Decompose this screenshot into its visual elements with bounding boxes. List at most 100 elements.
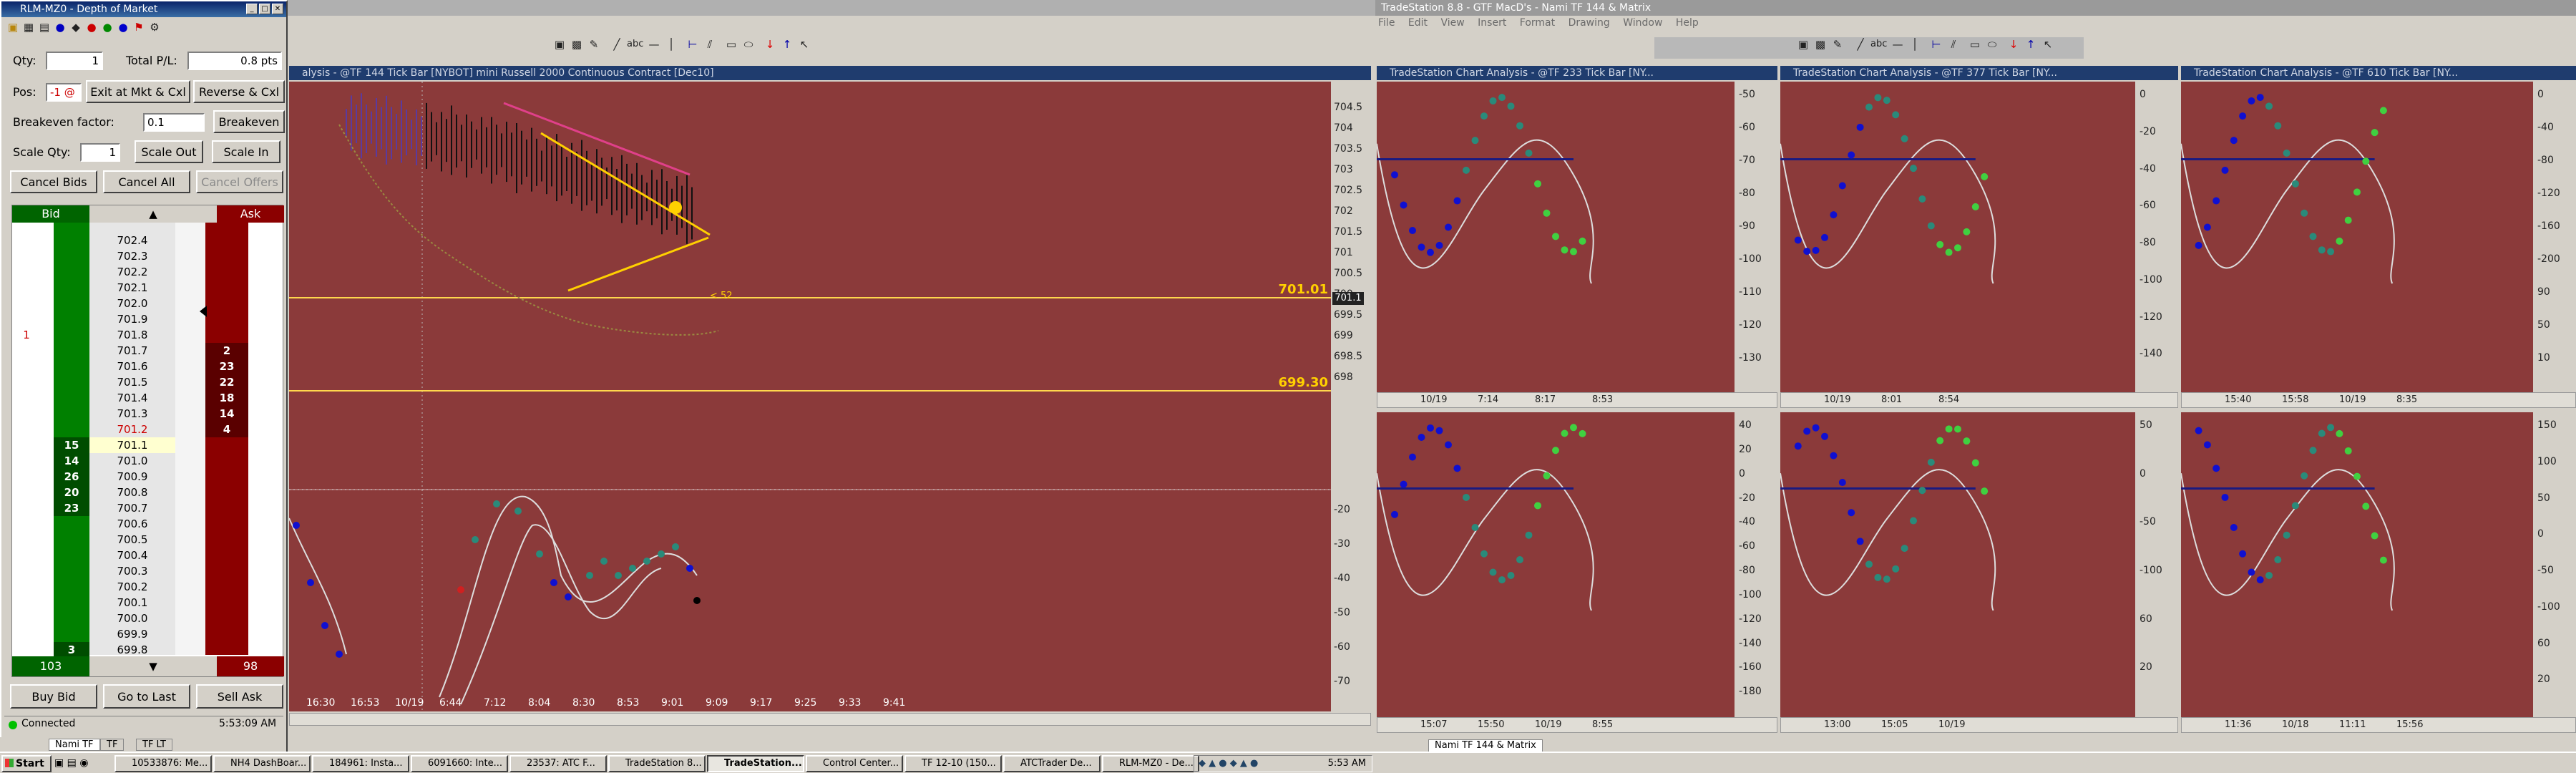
mini-chart[interactable]: [1377, 412, 1735, 717]
pointer2-icon[interactable]: ↖: [2041, 37, 2055, 52]
dom-row[interactable]: 20 700.8: [12, 485, 284, 500]
taskbar-item[interactable]: TF 12-10 (150...: [904, 755, 1002, 772]
shape-icon[interactable]: ◆: [69, 20, 83, 34]
flag-icon[interactable]: ⚑: [132, 20, 146, 34]
dom-row[interactable]: 701.4 18: [12, 390, 284, 406]
dom-row[interactable]: 702.4: [12, 233, 284, 248]
dom-row[interactable]: 702.3: [12, 248, 284, 264]
dom-row[interactable]: 700.1: [12, 595, 284, 611]
taskbar-item[interactable]: 184961: Insta...: [312, 755, 409, 772]
line-icon[interactable]: ╱: [610, 37, 624, 52]
circle-icon[interactable]: ●: [53, 20, 67, 34]
text2-icon[interactable]: abc: [1870, 37, 1887, 52]
arrow-down-icon[interactable]: ↓: [763, 37, 777, 52]
dom-row[interactable]: 701.3 14: [12, 406, 284, 422]
dom-row[interactable]: 701.2 4: [12, 422, 284, 437]
menu-help[interactable]: Help: [1676, 17, 1699, 29]
menu-insert[interactable]: Insert: [1478, 17, 1506, 29]
cursor-icon[interactable]: ▣: [552, 37, 567, 52]
ellipse-icon[interactable]: ⬭: [741, 37, 756, 52]
qty-input[interactable]: 1: [46, 52, 103, 70]
hline-icon[interactable]: —: [647, 37, 661, 52]
settings-icon[interactable]: ⚙: [147, 20, 162, 34]
line2-icon[interactable]: ╱: [1853, 37, 1868, 52]
tab-nami-tf[interactable]: Nami TF: [49, 739, 100, 751]
mini-chart-titlebar[interactable]: TradeStation Chart Analysis - @TF 610 Ti…: [2181, 66, 2576, 80]
sell-ask-button[interactable]: Sell Ask: [196, 684, 283, 709]
go-to-last-button[interactable]: Go to Last: [103, 684, 190, 709]
taskbar-item[interactable]: TradeStation 8...: [608, 755, 706, 772]
color2-icon[interactable]: ●: [100, 20, 114, 34]
close-icon[interactable]: ✕: [272, 4, 283, 14]
dom-row[interactable]: 702.1: [12, 280, 284, 296]
mini-chart[interactable]: [1780, 82, 2135, 392]
minimize-icon[interactable]: _: [246, 4, 258, 14]
taskbar-item[interactable]: TradeStation...: [707, 755, 804, 772]
main-chart-titlebar[interactable]: alysis - @TF 144 Tick Bar [NYBOT] mini R…: [289, 66, 1371, 80]
scale-qty-input[interactable]: 1: [80, 143, 120, 162]
buy-bid-button[interactable]: Buy Bid: [10, 684, 97, 709]
right-tab[interactable]: Nami TF 144 & Matrix: [1428, 739, 1543, 752]
dom-row[interactable]: 3 699.8: [12, 642, 284, 658]
color-icon[interactable]: ●: [84, 20, 99, 34]
cancel-bids-button[interactable]: Cancel Bids: [10, 170, 97, 193]
mini-chart[interactable]: [2181, 412, 2533, 717]
dom-row[interactable]: 115701.1: [12, 437, 284, 453]
taskbar-item[interactable]: RLM-MZ0 - De...: [1102, 755, 1199, 772]
dom-row[interactable]: 1 701.8: [12, 327, 284, 343]
taskbar-item[interactable]: 6091660: Inte...: [411, 755, 508, 772]
color3-icon[interactable]: ●: [116, 20, 130, 34]
mini-chart[interactable]: [2181, 82, 2533, 392]
menu-edit[interactable]: Edit: [1408, 17, 1428, 29]
menu-window[interactable]: Window: [1623, 17, 1662, 29]
dom-row[interactable]: 701.9: [12, 311, 284, 327]
dom-row[interactable]: 700.5: [12, 532, 284, 548]
hline2-icon[interactable]: —: [1890, 37, 1905, 52]
print-icon[interactable]: ▤: [37, 20, 52, 34]
menu-file[interactable]: File: [1378, 17, 1395, 29]
arrow-up2-icon[interactable]: ↑: [2024, 37, 2038, 52]
reverse-button[interactable]: Reverse & Cxl: [193, 80, 285, 103]
scale-out-button[interactable]: Scale Out: [135, 140, 203, 163]
taskbar-item[interactable]: 23537: ATC F...: [509, 755, 607, 772]
cancel-all-button[interactable]: Cancel All: [103, 170, 190, 193]
tab-tf-lt[interactable]: TF LT: [136, 739, 172, 751]
menu-view[interactable]: View: [1440, 17, 1464, 29]
tab-tf[interactable]: TF: [100, 739, 125, 751]
cursor2-icon[interactable]: ▣: [1796, 37, 1810, 52]
dom-icon[interactable]: ▣: [6, 20, 20, 34]
dom-row[interactable]: 701.6 23: [12, 359, 284, 374]
taskbar-item[interactable]: 10533876: Me...: [114, 755, 212, 772]
chart-icon[interactable]: ▩: [570, 37, 584, 52]
mini-chart[interactable]: [1377, 82, 1735, 392]
dom-row[interactable]: 700.4: [12, 548, 284, 563]
dom-row[interactable]: 699.9: [12, 626, 284, 642]
mini-chart[interactable]: [1780, 412, 2135, 717]
menu-drawing[interactable]: Drawing: [1568, 17, 1610, 29]
dom-row[interactable]: 702.0: [12, 296, 284, 311]
ts-titlebar[interactable]: TradeStation 8.8 - GTF MacD's - Nami TF …: [1375, 0, 2576, 16]
ellipse2-icon[interactable]: ⬭: [1985, 37, 1999, 52]
breakeven-button[interactable]: Breakeven: [213, 110, 285, 133]
text-icon[interactable]: abc: [627, 37, 643, 52]
taskbar-item[interactable]: Control Center...: [806, 755, 903, 772]
mini-chart-titlebar[interactable]: TradeStation Chart Analysis - @TF 233 Ti…: [1377, 66, 1777, 80]
exit-at-market-button[interactable]: Exit at Mkt & Cxl: [86, 80, 190, 103]
maximize-icon[interactable]: □: [259, 4, 270, 14]
rect-icon[interactable]: ▭: [724, 37, 738, 52]
dom-row[interactable]: 700.3: [12, 563, 284, 579]
main-chart[interactable]: < 52 701.01 699.30 16:30 16:53 10/19 6:44 7:…: [289, 82, 1331, 711]
pointer-icon[interactable]: ↖: [797, 37, 811, 52]
dom-row[interactable]: 23 700.7: [12, 500, 284, 516]
dom-row[interactable]: 700.0: [12, 611, 284, 626]
arrow-down2-icon[interactable]: ↓: [2006, 37, 2021, 52]
dom-row[interactable]: 702.2: [12, 264, 284, 280]
dom-row[interactable]: 700.6: [12, 516, 284, 532]
taskbar-item[interactable]: ATCTrader De...: [1003, 755, 1101, 772]
vline2-icon[interactable]: │: [1908, 37, 1922, 52]
sort-up-icon[interactable]: ▲: [89, 205, 217, 223]
dom-titlebar[interactable]: RLM-MZ0 - Depth of Market _ □ ✕: [1, 1, 286, 17]
dom-row[interactable]: 14 701.0: [12, 453, 284, 469]
dom-row[interactable]: 701.5 22: [12, 374, 284, 390]
rect2-icon[interactable]: ▭: [1968, 37, 1982, 52]
